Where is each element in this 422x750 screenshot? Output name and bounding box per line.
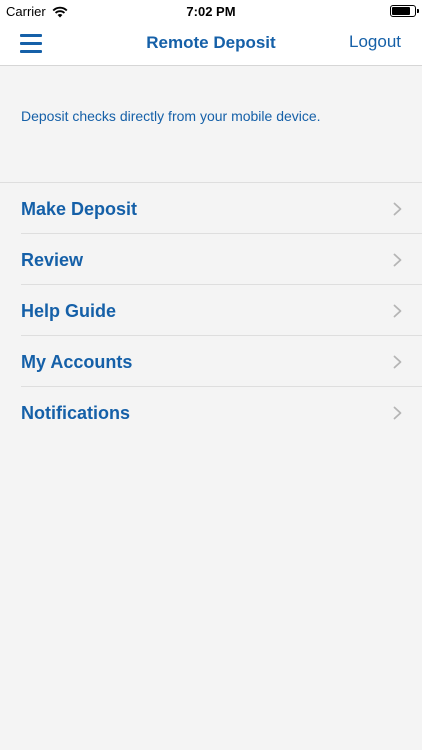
- chevron-right-icon: [393, 304, 402, 318]
- menu-item-notifications[interactable]: Notifications: [21, 387, 422, 438]
- hamburger-menu-icon[interactable]: [20, 34, 44, 54]
- status-time: 7:02 PM: [186, 4, 236, 19]
- navigation-bar: Remote Deposit Logout: [0, 22, 422, 66]
- chevron-right-icon: [393, 355, 402, 369]
- logout-button[interactable]: Logout: [349, 32, 401, 52]
- menu-item-label: Review: [21, 250, 84, 270]
- menu-list: Make Deposit Review Help Guide My Accoun…: [0, 182, 422, 438]
- menu-item-make-deposit[interactable]: Make Deposit: [21, 183, 422, 234]
- menu-item-review[interactable]: Review: [21, 234, 422, 285]
- menu-item-help-guide[interactable]: Help Guide: [21, 285, 422, 336]
- battery-level: [392, 7, 410, 15]
- chevron-right-icon: [393, 406, 402, 420]
- menu-item-label: Notifications: [21, 403, 131, 423]
- menu-item-label: Make Deposit: [21, 199, 138, 219]
- battery-icon: [390, 5, 419, 17]
- menu-item-label: My Accounts: [21, 352, 133, 372]
- chevron-right-icon: [393, 202, 402, 216]
- menu-item-my-accounts[interactable]: My Accounts: [21, 336, 422, 387]
- chevron-right-icon: [393, 253, 402, 267]
- intro-text: Deposit checks directly from your mobile…: [21, 108, 321, 124]
- menu-item-label: Help Guide: [21, 301, 117, 321]
- status-bar: Carrier 7:02 PM: [0, 0, 422, 22]
